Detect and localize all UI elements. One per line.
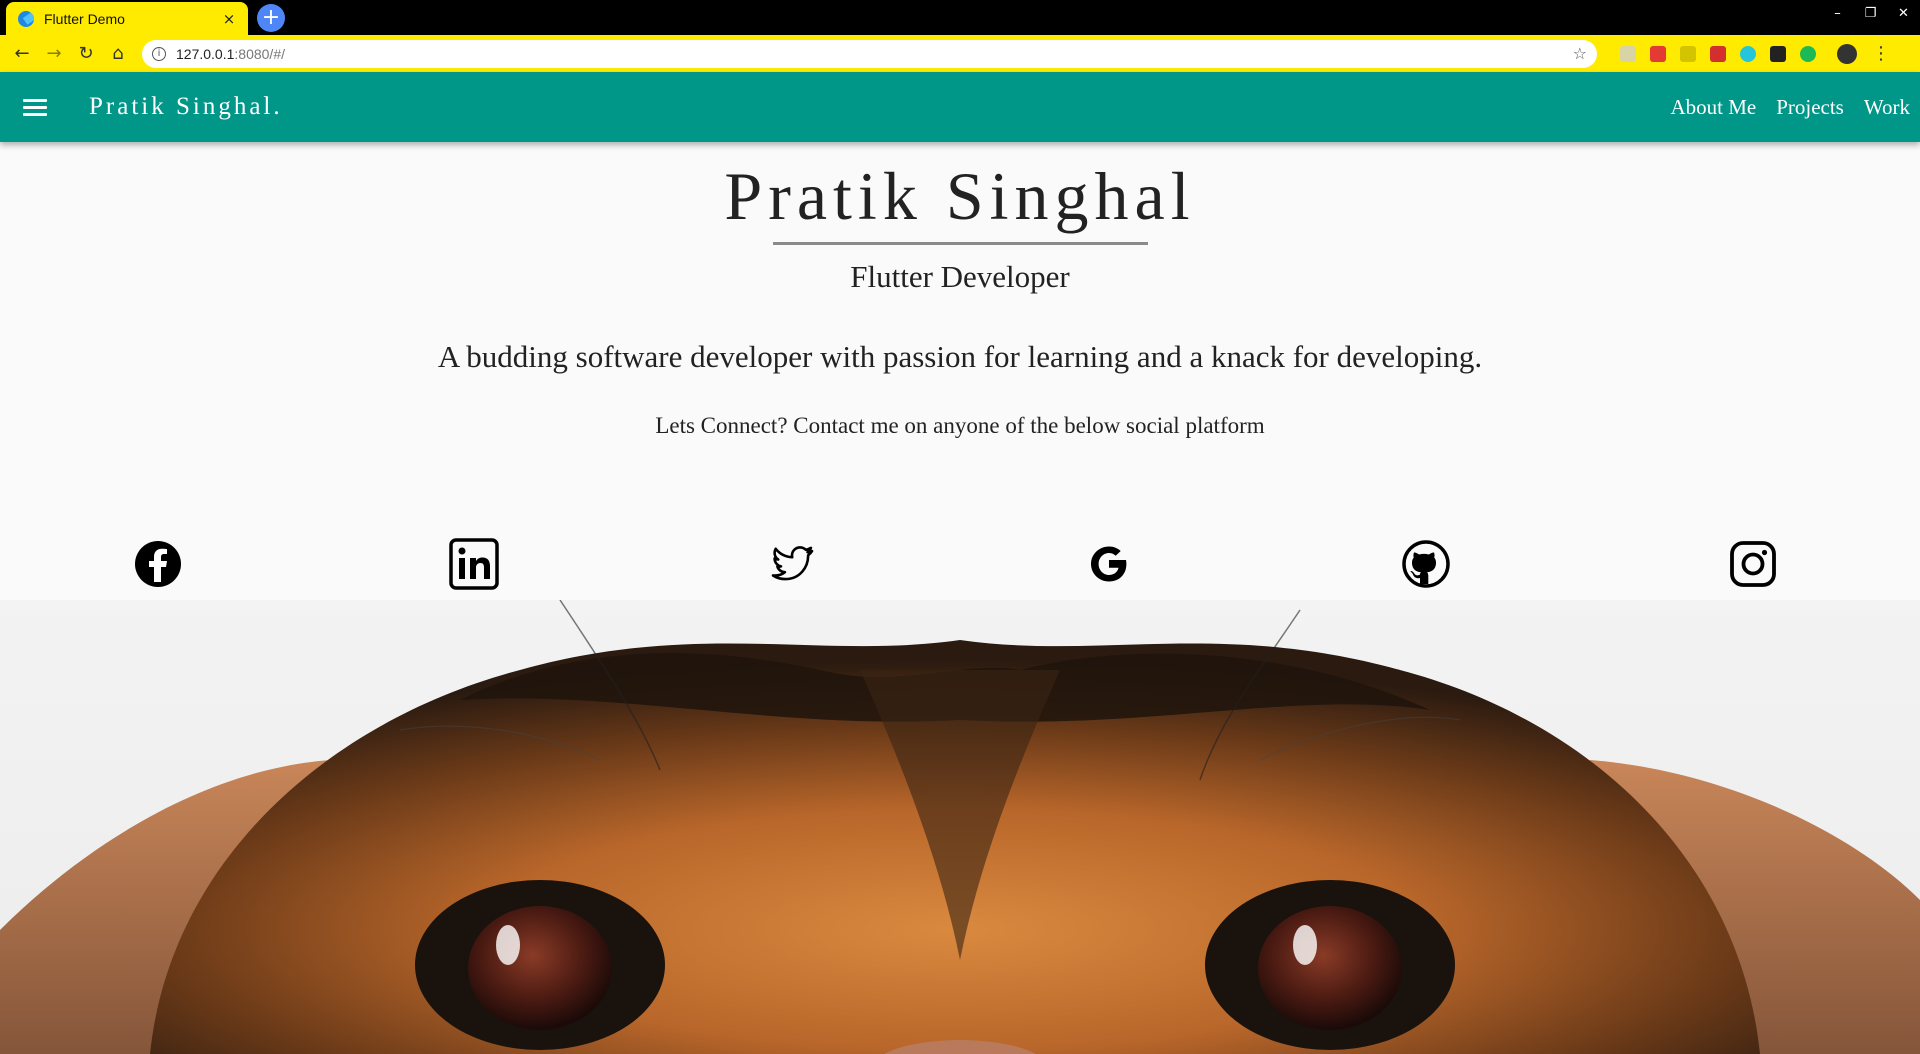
extension-icon[interactable] xyxy=(1620,45,1636,62)
hero-role: Flutter Developer xyxy=(850,259,1070,294)
extension-shield-icon[interactable] xyxy=(1650,45,1666,62)
url-path: :8080/#/ xyxy=(234,45,285,62)
address-bar[interactable]: i 127.0.0.1 :8080/#/ ☆ xyxy=(142,39,1597,68)
nav-projects[interactable]: Projects xyxy=(1776,95,1844,120)
extension-cart-icon[interactable] xyxy=(1800,45,1816,62)
instagram-icon[interactable] xyxy=(1727,538,1779,590)
hamburger-menu-icon[interactable] xyxy=(23,95,47,120)
flutter-favicon-icon xyxy=(18,10,34,27)
extensions-area xyxy=(1613,43,1864,64)
nav-work[interactable]: Work xyxy=(1864,95,1910,120)
connect-text: Lets Connect? Contact me on anyone of th… xyxy=(655,413,1265,438)
browser-menu-icon[interactable]: ⋮ xyxy=(1872,43,1890,64)
restore-button[interactable]: ❐ xyxy=(1854,6,1887,21)
hero-section: Pratik Singhal Flutter Developer A buddi… xyxy=(0,142,1920,439)
hero-name: Pratik Singhal xyxy=(724,158,1196,234)
home-icon[interactable]: ⌂ xyxy=(102,38,134,70)
brand-title: Pratik Singhal. xyxy=(89,93,283,120)
tab-title: Flutter Demo xyxy=(44,10,125,27)
forward-arrow-icon[interactable]: → xyxy=(38,38,70,70)
browser-tabstrip: Flutter Demo × + – ❐ ✕ xyxy=(0,0,1920,35)
new-tab-button[interactable]: + xyxy=(257,4,285,32)
reload-icon[interactable]: ↻ xyxy=(70,38,102,70)
linkedin-icon[interactable] xyxy=(448,538,500,590)
extension-json-icon[interactable] xyxy=(1680,45,1696,62)
browser-toolbar: ← → ↻ ⌂ i 127.0.0.1 :8080/#/ ☆ ⋮ xyxy=(0,35,1920,72)
top-nav: About Me Projects Work xyxy=(1650,95,1920,120)
google-icon[interactable] xyxy=(1083,538,1135,590)
close-window-button[interactable]: ✕ xyxy=(1887,6,1920,21)
twitter-icon[interactable] xyxy=(766,538,818,590)
social-links xyxy=(0,538,1920,598)
tab-close-icon[interactable]: × xyxy=(220,10,238,28)
bookmark-star-icon[interactable]: ☆ xyxy=(1573,44,1587,63)
minimize-button[interactable]: – xyxy=(1821,6,1854,21)
nav-about-me[interactable]: About Me xyxy=(1670,95,1756,120)
hero-dog-photo xyxy=(0,600,1920,1054)
app-bar: Pratik Singhal. About Me Projects Work xyxy=(0,72,1920,142)
site-info-icon[interactable]: i xyxy=(152,46,166,61)
window-controls: – ❐ ✕ xyxy=(1821,6,1920,21)
extension-m-icon[interactable] xyxy=(1740,45,1756,62)
url-host: 127.0.0.1 xyxy=(176,45,235,62)
extension-e-icon[interactable] xyxy=(1770,45,1786,62)
hero-tagline: A budding software developer with passio… xyxy=(437,339,1483,374)
profile-avatar-icon[interactable] xyxy=(1837,43,1857,64)
github-icon[interactable] xyxy=(1400,538,1452,590)
dog-face-image xyxy=(0,600,1920,1054)
facebook-icon[interactable] xyxy=(132,538,184,590)
name-divider xyxy=(772,242,1148,245)
extension-pdf-icon[interactable] xyxy=(1710,45,1726,62)
browser-tab[interactable]: Flutter Demo × xyxy=(6,2,248,35)
back-arrow-icon[interactable]: ← xyxy=(6,38,38,70)
